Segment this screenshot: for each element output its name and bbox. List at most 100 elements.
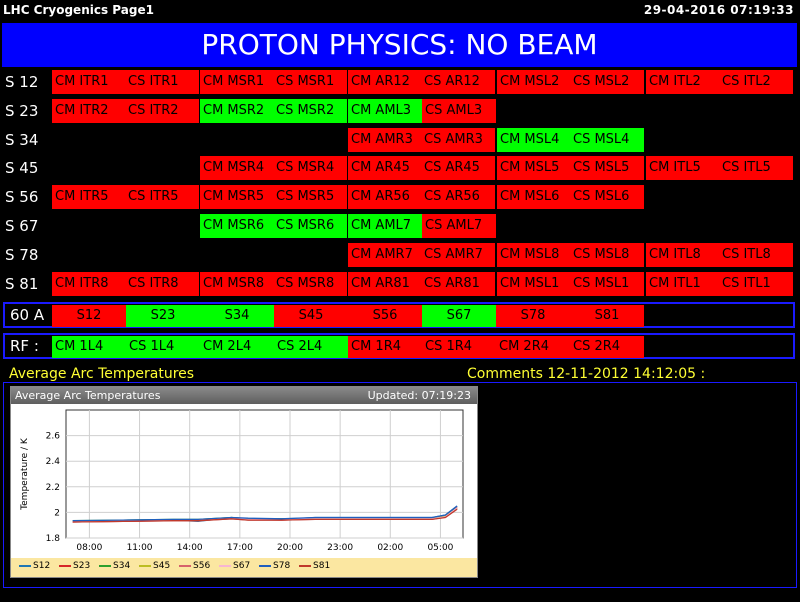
rf-segment[interactable]: CM 2R4 xyxy=(496,336,570,358)
rf-segment[interactable]: CS 1L4 xyxy=(126,336,200,358)
y-tick-label: 2.4 xyxy=(46,457,61,467)
window-title: LHC Cryogenics Page1 xyxy=(3,3,154,17)
sector-label: S 81 xyxy=(5,274,39,293)
x-tick-label: 14:00 xyxy=(177,543,203,553)
status-cell[interactable]: CM MSR4 CS MSR4 xyxy=(200,156,347,181)
chart-updated-time: Updated: 07:19:23 xyxy=(367,389,471,402)
status-cell[interactable]: CM MSR5 CS MSR5 xyxy=(200,185,347,210)
rf-panel: RF : CM 1L4 CS 1L4 CM 2L4 CS 2L4 CM 1R4 CS 1R… xyxy=(3,333,795,359)
status-cell[interactable]: CM MSR6 CS MSR6 xyxy=(200,214,347,238)
status-cell[interactable]: CM AR12 CS AR12 xyxy=(348,70,495,94)
sixty-a-segment[interactable]: S23 xyxy=(126,305,200,327)
x-tick-label: 05:00 xyxy=(427,543,453,553)
comments-heading: Comments 12-11-2012 14:12:05 : xyxy=(467,366,706,382)
legend-item-s67: S67 xyxy=(219,561,250,571)
legend-item-s56: S56 xyxy=(179,561,210,571)
x-tick-label: 20:00 xyxy=(277,543,303,553)
sector-label: S 78 xyxy=(5,245,39,264)
status-cell-cs[interactable]: CS AML3 xyxy=(422,98,496,123)
status-cell[interactable]: CM ITL5 CS ITL5 xyxy=(646,156,793,181)
sector-row: S 45 CM MSR4 CS MSR4 CM AR45 CS AR45 CM MSL5 C… xyxy=(0,156,800,181)
status-cell[interactable]: CM MSL8 CS MSL8 xyxy=(497,242,644,267)
sixty-a-segment[interactable]: S81 xyxy=(570,305,644,327)
status-cell[interactable]: CM AR56 CS AR56 xyxy=(348,185,495,210)
status-cell[interactable]: CM MSR1 CS MSR1 xyxy=(200,70,347,94)
status-cell[interactable]: CM ITR5 CS ITR5 xyxy=(52,185,199,210)
x-tick-label: 02:00 xyxy=(377,543,403,553)
sector-row: S 78 CM AMR7 CS AMR7 CM MSL8 CS MSL8 CM ITL8 C… xyxy=(0,242,800,267)
y-tick-label: 2.2 xyxy=(46,483,60,493)
status-cell[interactable]: CM MSL2 CS MSL2 xyxy=(497,70,644,94)
rf-segment[interactable]: CS 2R4 xyxy=(570,336,644,358)
status-cell[interactable]: CM MSL5 CS MSL5 xyxy=(497,156,644,181)
status-cell[interactable]: CM AMR3 CS AMR3 xyxy=(348,127,495,152)
x-tick-label: 11:00 xyxy=(127,543,153,553)
status-cell[interactable]: CM ITR2 CS ITR2 xyxy=(52,98,199,123)
arc-temperatures-heading: Average Arc Temperatures xyxy=(9,366,195,382)
status-cell[interactable]: CM MSR8 CS MSR8 xyxy=(200,271,347,296)
sector-row: S 67 CM MSR6 CS MSR6 CM AML7 CS AML7 xyxy=(0,214,800,238)
chart-plot: 08:00 11:00 14:00 17:00 20:00 23:00 02:00 05:00… xyxy=(20,409,464,553)
rf-segment[interactable]: CM 2L4 xyxy=(200,336,274,358)
sixty-a-segment[interactable]: S12 xyxy=(52,305,126,327)
sector-label: S 45 xyxy=(5,159,39,178)
sixty-a-segment[interactable]: S67 xyxy=(422,305,496,327)
rf-segment[interactable]: CM 1L4 xyxy=(52,336,126,358)
legend-item-s12: S12 xyxy=(19,561,50,571)
y-tick-label: 2 xyxy=(54,508,60,518)
chart-header-title: Average Arc Temperatures xyxy=(15,389,161,402)
legend-item-s34: S34 xyxy=(99,561,130,571)
status-cell[interactable]: CM AR81 CS AR81 xyxy=(348,271,495,296)
sixty-a-segment[interactable]: S78 xyxy=(496,305,570,327)
sixty-a-segment[interactable]: S56 xyxy=(348,305,422,327)
status-cell[interactable]: CM MSL6 CS MSL6 xyxy=(497,185,644,210)
sector-label: S 34 xyxy=(5,130,39,149)
legend-item-s81: S81 xyxy=(299,561,330,571)
sixty-a-label: 60 A xyxy=(10,306,45,324)
status-cell[interactable]: CM ITR8 CS ITR8 xyxy=(52,271,199,296)
rf-segment[interactable]: CS 2L4 xyxy=(274,336,348,358)
status-cell[interactable]: CM MSR2 CS MSR2 xyxy=(200,98,347,123)
chart-legend: S12 S23 S34 S45 S56 S67 S78 S81 xyxy=(11,558,477,577)
status-cell[interactable]: CM AR45 CS AR45 xyxy=(348,156,495,181)
title-bar: LHC Cryogenics Page1 29-04-2016 07:19:33 xyxy=(0,0,800,22)
sector-label: S 23 xyxy=(5,101,39,120)
sector-row: S 34 CM AMR3 CS AMR3 CM MSL4 CS MSL4 xyxy=(0,127,800,152)
beam-mode-banner: PROTON PHYSICS: NO BEAM xyxy=(2,23,797,67)
legend-item-s78: S78 xyxy=(259,561,290,571)
y-axis-label: Temperature / K xyxy=(20,437,30,511)
rf-segment[interactable]: CS 1R4 xyxy=(422,336,496,358)
sixty-a-segment[interactable]: S45 xyxy=(274,305,348,327)
rf-segment[interactable]: CM 1R4 xyxy=(348,336,422,358)
sector-row: S 23 CM ITR2 CS ITR2 CM MSR2 CS MSR2 CM AML3 C… xyxy=(0,98,800,123)
status-cell-cs[interactable]: CS AML7 xyxy=(422,214,496,238)
y-tick-label: 2.6 xyxy=(46,432,61,442)
sixty-a-segment[interactable]: S34 xyxy=(200,305,274,327)
y-tick-label: 1.8 xyxy=(46,534,61,544)
x-tick-label: 17:00 xyxy=(227,543,253,553)
sixty-a-panel: 60 A S12 S23 S34 S45 S56 S67 S78 S81 xyxy=(3,302,795,328)
sector-row: S 56 CM ITR5 CS ITR5 CM MSR5 CS MSR5 CM AR56 C… xyxy=(0,185,800,210)
x-tick-label: 08:00 xyxy=(76,543,102,553)
status-cell-cm[interactable]: CM AML3 xyxy=(348,98,422,123)
status-cell[interactable]: CM MSL1 CS MSL1 xyxy=(497,271,644,296)
status-cell[interactable]: CM ITL8 CS ITL8 xyxy=(646,242,793,267)
status-cell[interactable]: CM MSL4 CS MSL4 xyxy=(497,127,644,152)
status-cell[interactable]: CM AMR7 CS AMR7 xyxy=(348,242,495,267)
legend-item-s23: S23 xyxy=(59,561,90,571)
status-cell[interactable]: CM ITL1 CS ITL1 xyxy=(646,271,793,296)
sector-label: S 12 xyxy=(5,73,39,91)
sector-label: S 67 xyxy=(5,217,39,235)
status-cell[interactable]: CM ITR1 CS ITR1 xyxy=(52,70,199,94)
rf-label: RF : xyxy=(10,337,39,355)
sector-row: S 81 CM ITR8 CS ITR8 CM MSR8 CS MSR8 CM AR81 C… xyxy=(0,271,800,296)
sector-row: S 12 CM ITR1 CS ITR1 CM MSR1 CS MSR1 CM AR12 C… xyxy=(0,70,800,94)
x-tick-label: 23:00 xyxy=(327,543,353,553)
arc-temperature-chart: Average Arc Temperatures Updated: 07:19:… xyxy=(10,386,478,578)
status-cell[interactable]: CM ITL2 CS ITL2 xyxy=(646,70,793,94)
status-cell-cm[interactable]: CM AML7 xyxy=(348,214,422,238)
sector-label: S 56 xyxy=(5,188,39,207)
chart-header: Average Arc Temperatures Updated: 07:19:… xyxy=(11,387,477,404)
datetime-readout: 29-04-2016 07:19:33 xyxy=(643,3,794,17)
legend-item-s45: S45 xyxy=(139,561,170,571)
